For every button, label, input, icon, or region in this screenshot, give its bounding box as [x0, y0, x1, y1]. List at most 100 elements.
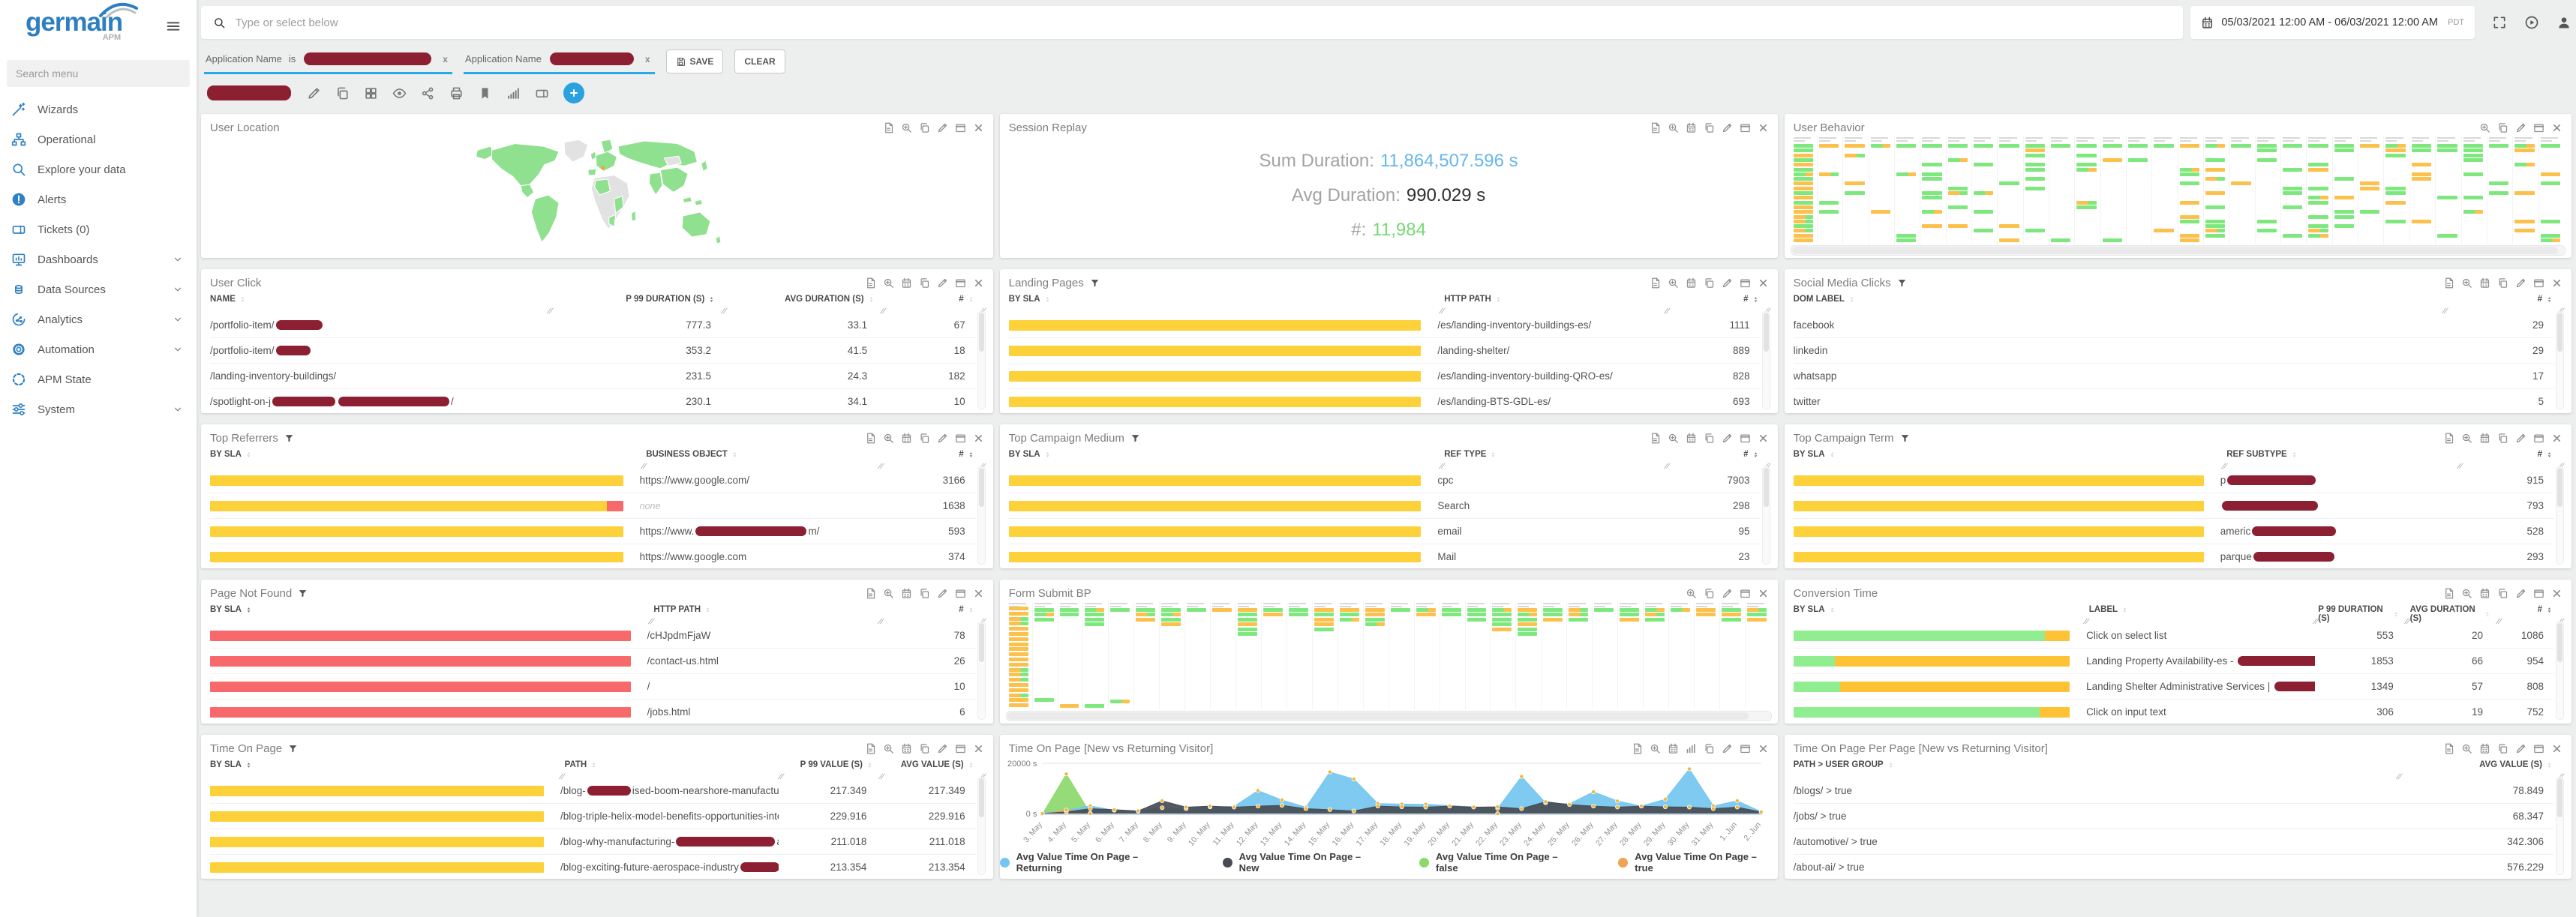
flow-step-chip[interactable] — [1569, 618, 1588, 622]
add-panel-button[interactable] — [563, 82, 584, 103]
save-button[interactable]: SAVE — [666, 49, 724, 73]
sidebar-item-operational[interactable]: Operational — [0, 124, 197, 154]
flow-step-chip[interactable] — [2334, 148, 2354, 152]
flow-step-chip[interactable] — [1948, 187, 1968, 190]
table-row[interactable]: 793 — [1794, 493, 2554, 519]
close-icon[interactable] — [2551, 743, 2562, 754]
flow-step-chip[interactable] — [1238, 608, 1257, 612]
sidebar-item-analytics[interactable]: Analytics — [0, 304, 197, 334]
flow-step-chip[interactable] — [2334, 144, 2354, 148]
hamburger-menu-icon[interactable] — [165, 18, 182, 34]
table-row[interactable]: none1638 — [210, 493, 976, 519]
flow-step-chip[interactable] — [1492, 613, 1512, 616]
flow-step-chip[interactable] — [1645, 608, 1665, 612]
flow-step-chip[interactable] — [1896, 172, 1916, 176]
flow-step-chip[interactable] — [2076, 201, 2096, 205]
flow-step-chip[interactable] — [1136, 608, 1155, 612]
flow-step-chip[interactable] — [1722, 618, 1741, 622]
table-row[interactable]: Click on input text30619752 — [1794, 700, 2554, 724]
edit-icon[interactable] — [2515, 588, 2526, 599]
flow-step-chip[interactable] — [2205, 224, 2225, 228]
vertical-scrollbar[interactable] — [977, 311, 986, 409]
csv-icon[interactable] — [1632, 743, 1643, 754]
calendar-icon[interactable] — [901, 588, 912, 599]
zoomin-icon[interactable] — [2461, 433, 2472, 444]
flow-step-chip[interactable] — [1922, 144, 1941, 148]
flow-step-chip[interactable] — [1569, 608, 1588, 612]
sort-icon[interactable] — [1489, 451, 1497, 459]
flow-step-chip[interactable] — [2076, 144, 2096, 148]
flow-step-chip[interactable] — [1845, 181, 1864, 185]
chevron-down-icon[interactable] — [173, 254, 183, 265]
flow-step-chip[interactable] — [1009, 643, 1028, 646]
flow-step-chip[interactable] — [1948, 158, 1968, 162]
flow-step-chip[interactable] — [2514, 191, 2534, 195]
flow-step-chip[interactable] — [2437, 144, 2457, 148]
sort-icon[interactable] — [245, 761, 253, 769]
flow-step-chip[interactable] — [2257, 148, 2277, 152]
edit-icon[interactable] — [1722, 433, 1733, 444]
horizontal-scrollbar[interactable] — [1791, 245, 2565, 256]
sidebar-item-system[interactable]: System — [0, 394, 197, 424]
table-row[interactable]: Landing Shelter Administrative Services … — [1794, 674, 2554, 700]
window-icon[interactable] — [955, 433, 966, 444]
flow-step-chip[interactable] — [1948, 224, 1968, 228]
sort-icon[interactable] — [707, 295, 716, 304]
filter-funnel-icon[interactable] — [284, 433, 294, 443]
scrollbar-thumb[interactable] — [1764, 313, 1769, 352]
table-row[interactable]: /about-ai/ > true576.229 — [1794, 855, 2554, 879]
flow-step-chip[interactable] — [1871, 210, 1890, 214]
flow-step-chip[interactable] — [2025, 144, 2045, 148]
window-icon[interactable] — [2533, 277, 2544, 289]
sort-icon[interactable] — [1043, 451, 1052, 459]
flow-step-chip[interactable] — [2283, 144, 2302, 148]
csv-icon[interactable] — [2443, 588, 2454, 599]
flow-step-chip[interactable] — [1974, 191, 1993, 195]
flow-step-chip[interactable] — [1238, 632, 1257, 636]
sort-icon[interactable] — [967, 606, 975, 614]
flow-step-chip[interactable] — [1794, 177, 1813, 181]
csv-icon[interactable] — [1650, 277, 1661, 289]
flow-step-chip[interactable] — [1314, 613, 1334, 616]
flow-step-chip[interactable] — [1645, 613, 1665, 616]
sort-icon[interactable] — [967, 295, 975, 304]
sort-icon[interactable] — [2121, 606, 2129, 614]
window-icon[interactable] — [955, 588, 966, 599]
column-header-avg-duration-s[interactable]: AVG DURATION (S)// — [2410, 605, 2502, 623]
sort-icon[interactable] — [1828, 606, 1836, 614]
csv-icon[interactable] — [865, 588, 876, 599]
flow-step-chip[interactable] — [1212, 608, 1232, 612]
scrollbar-thumb[interactable] — [979, 623, 984, 662]
flow-step-chip[interactable] — [1794, 201, 1813, 205]
flow-step-chip[interactable] — [1794, 220, 1813, 223]
chevron-down-icon[interactable] — [173, 344, 183, 355]
flow-step-chip[interactable] — [1896, 144, 1916, 148]
table-row[interactable]: https://www.google.com374 — [210, 544, 976, 568]
edit-icon[interactable] — [307, 86, 321, 100]
flow-step-chip[interactable] — [2076, 163, 2096, 166]
csv-icon[interactable] — [865, 743, 876, 754]
filter-funnel-icon[interactable] — [1900, 433, 1910, 443]
signal-icon[interactable] — [506, 86, 521, 100]
flow-step-chip[interactable] — [1060, 608, 1079, 612]
flow-step-chip[interactable] — [1085, 618, 1104, 622]
vertical-scrollbar[interactable] — [2556, 311, 2564, 409]
filter-funnel-icon[interactable] — [1090, 278, 1100, 288]
csv-icon[interactable] — [883, 122, 894, 133]
flow-step-chip[interactable] — [2025, 163, 2045, 166]
flow-step-chip[interactable] — [2180, 220, 2199, 223]
flow-step-chip[interactable] — [1671, 608, 1690, 612]
zoomin-icon[interactable] — [883, 743, 894, 754]
flow-step-chip[interactable] — [1034, 608, 1054, 612]
flow-step-chip[interactable] — [1263, 613, 1283, 616]
grid-icon[interactable] — [364, 86, 378, 100]
flow-step-chip[interactable] — [1794, 172, 1813, 176]
column-header-[interactable]: #// — [2447, 295, 2564, 304]
window-icon[interactable] — [2533, 588, 2544, 599]
global-search-input[interactable] — [234, 16, 2172, 30]
flow-step-chip[interactable] — [2205, 229, 2225, 232]
table-row[interactable]: /portfolio-item/353.241.518 — [210, 338, 976, 364]
flow-step-chip[interactable] — [1794, 187, 1813, 190]
csv-icon[interactable] — [1650, 122, 1661, 133]
flow-step-chip[interactable] — [1442, 613, 1461, 616]
